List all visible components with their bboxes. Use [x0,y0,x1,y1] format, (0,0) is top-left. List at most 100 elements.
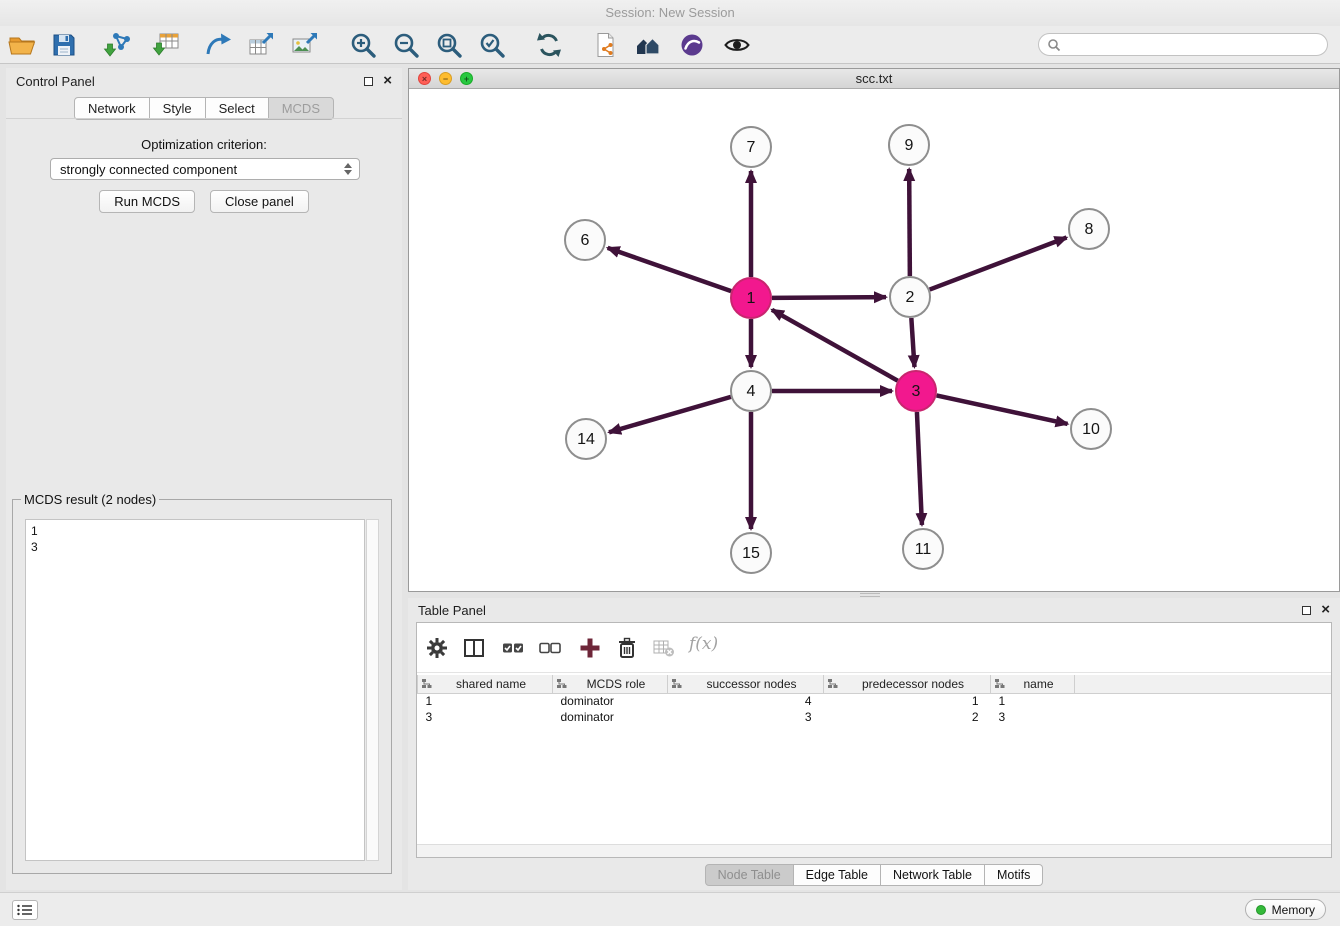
column-header-successor-nodes[interactable]: successor nodes [668,675,824,693]
graph-node-label: 2 [906,289,915,306]
tab-network[interactable]: Network [74,97,150,120]
export-network-button[interactable] [203,30,233,60]
column-label: shared name [456,677,526,691]
tab-network-table[interactable]: Network Table [881,864,985,886]
export-image-button[interactable] [290,30,320,60]
float-panel-button[interactable] [364,77,373,86]
cell-predecessor-nodes[interactable]: 2 [824,709,991,725]
tab-node-table[interactable]: Node Table [705,864,794,886]
cell-successor-nodes[interactable]: 3 [668,709,824,725]
refresh-button[interactable] [534,30,564,60]
graph-edge-4-14[interactable] [609,397,731,432]
graph-edge-1-6[interactable] [608,248,732,291]
graph-edge-3-1[interactable] [772,310,898,381]
deselect-all-button[interactable] [538,636,562,660]
tab-select[interactable]: Select [206,97,269,120]
cell-shared-name[interactable]: 3 [418,709,553,725]
result-item[interactable]: 1 [31,523,359,539]
result-item[interactable]: 3 [31,539,359,555]
run-mcds-button[interactable]: Run MCDS [99,190,195,213]
memory-button[interactable]: Memory [1245,899,1326,920]
cell-name[interactable]: 3 [991,709,1075,725]
cell-predecessor-nodes[interactable]: 1 [824,693,991,709]
close-window-button[interactable]: × [418,72,431,85]
zoom-in-button[interactable] [348,30,378,60]
close-panel-button[interactable]: × [383,76,392,86]
graph-node-10[interactable]: 10 [1071,409,1111,449]
graph-edge-3-11[interactable] [917,412,922,525]
graph-node-1[interactable]: 1 [731,278,771,318]
graph-node-3[interactable]: 3 [896,371,936,411]
show-details-button[interactable] [722,30,752,60]
column-header-mcds-role[interactable]: MCDS role [553,675,668,693]
task-history-button[interactable] [12,900,38,920]
horizontal-scrollbar[interactable] [417,844,1331,857]
result-scrollbar[interactable] [366,519,379,861]
delete-table-button[interactable] [652,636,676,660]
plugin-button[interactable] [677,30,707,60]
tab-style[interactable]: Style [150,97,206,120]
document-share-button[interactable] [590,30,620,60]
splitter-handle[interactable] [860,593,880,597]
open-session-button[interactable] [7,30,37,60]
network-window-titlebar: scc.txt × − + [409,69,1339,89]
graph-edge-1-2[interactable] [772,297,886,298]
delete-row-button[interactable] [615,636,639,660]
graph-node-9[interactable]: 9 [889,125,929,165]
graph-node-label: 3 [912,383,921,400]
network-graph[interactable]: 7 9 6 8 1 2 4 3 14 10 15 11 [409,89,1339,591]
minimize-window-button[interactable]: − [439,72,452,85]
graph-node-2[interactable]: 2 [890,277,930,317]
tab-motifs[interactable]: Motifs [985,864,1043,886]
import-table-button[interactable] [151,30,181,60]
cell-successor-nodes[interactable]: 4 [668,693,824,709]
column-header-name[interactable]: name [991,675,1075,693]
table-settings-button[interactable] [425,636,449,660]
graph-edge-2-3[interactable] [911,318,914,367]
column-label: successor nodes [706,677,796,691]
table-row[interactable]: 3 dominator 3 2 3 [418,709,1332,725]
float-table-panel-button[interactable] [1302,606,1311,615]
column-header-shared-name[interactable]: shared name [418,675,553,693]
graph-node-6[interactable]: 6 [565,220,605,260]
zoom-fit-button[interactable] [434,30,464,60]
cell-mcds-role[interactable]: dominator [553,693,668,709]
optimization-criterion-select[interactable]: strongly connected component [50,158,360,180]
table-header-row: shared name MCDS role successor nodes pr… [418,675,1332,693]
home-button[interactable] [633,30,663,60]
zoom-out-button[interactable] [391,30,421,60]
close-table-panel-button[interactable]: × [1321,605,1330,615]
tab-mcds[interactable]: MCDS [269,97,334,120]
graph-node-8[interactable]: 8 [1069,209,1109,249]
zoom-glyph: + [464,74,469,84]
save-session-button[interactable] [49,30,79,60]
graph-node-14[interactable]: 14 [566,419,606,459]
graph-node-label: 4 [747,383,756,400]
zoom-selected-button[interactable] [477,30,507,60]
search-input[interactable] [1066,38,1319,52]
select-all-button[interactable] [501,636,525,660]
graph-node-11[interactable]: 11 [903,529,943,569]
tab-edge-table[interactable]: Edge Table [794,864,881,886]
cell-name[interactable]: 1 [991,693,1075,709]
cell-shared-name[interactable]: 1 [418,693,553,709]
tab-separator [6,118,402,119]
graph-edge-3-10[interactable] [937,395,1068,423]
table-row[interactable]: 1 dominator 4 1 1 [418,693,1332,709]
column-header-predecessor-nodes[interactable]: predecessor nodes [824,675,991,693]
graph-node-15[interactable]: 15 [731,533,771,573]
function-builder-button[interactable]: f(x) [689,634,718,654]
add-row-button[interactable] [578,636,602,660]
export-table-button[interactable] [246,30,276,60]
mcds-result-list[interactable]: 1 3 [25,519,365,861]
import-network-button[interactable] [102,30,132,60]
cell-mcds-role[interactable]: dominator [553,709,668,725]
maximize-window-button[interactable]: + [460,72,473,85]
table-toolbar: f(x) [417,623,1331,673]
graph-node-7[interactable]: 7 [731,127,771,167]
graph-node-4[interactable]: 4 [731,371,771,411]
graph-edge-2-8[interactable] [930,238,1067,290]
show-columns-button[interactable] [462,636,486,660]
close-panel-button-2[interactable]: Close panel [210,190,309,213]
graph-edge-2-9[interactable] [909,169,910,276]
